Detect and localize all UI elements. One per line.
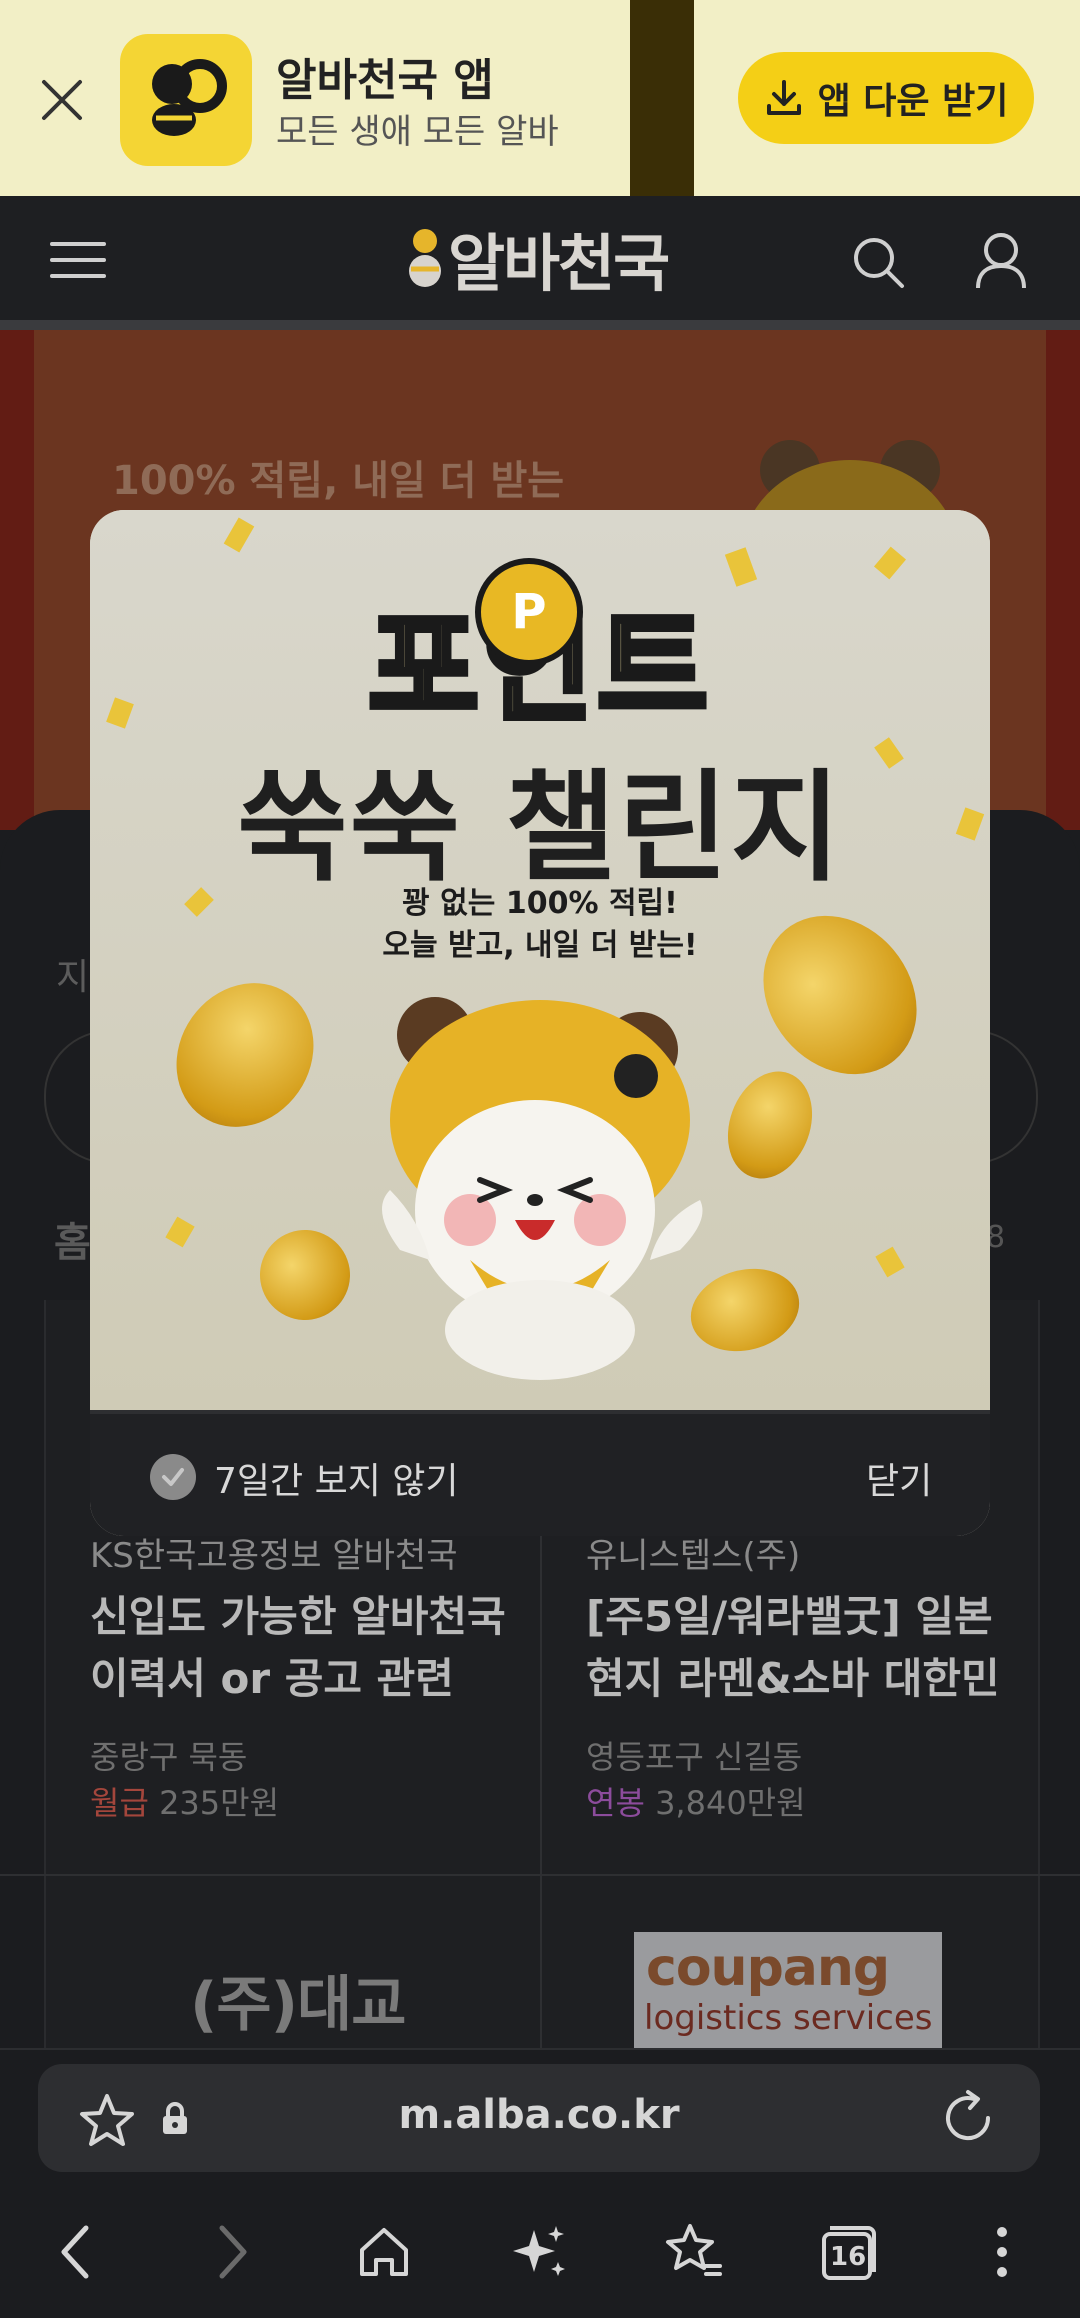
download-label: 앱 다운 받기	[817, 81, 1009, 122]
pay-amount: 3,840만원	[655, 1784, 806, 1822]
dont-show-7days-option[interactable]: 7일간 보지 않기	[214, 1452, 459, 1504]
hero-text: 100% 적립, 내일 더 받는	[112, 458, 565, 504]
close-icon[interactable]	[36, 74, 88, 126]
sparkle-ai-icon[interactable]	[508, 2220, 572, 2284]
check-icon[interactable]	[150, 1454, 196, 1500]
app-logo-icon	[120, 34, 252, 166]
url-text[interactable]: m.alba.co.kr	[38, 2092, 1040, 2138]
banner-title: 알바천국 앱	[276, 55, 494, 106]
bee-logo-icon	[409, 229, 441, 287]
point-coin-icon: P	[475, 558, 583, 666]
section-title-partial: 홈	[54, 1220, 91, 1266]
section-label-partial: 지	[56, 957, 90, 998]
popup-footer: 7일간 보지 않기 닫기	[90, 1410, 990, 1536]
pay-type-label: 연봉	[586, 1784, 645, 1822]
banner-stripe	[630, 0, 694, 196]
job-card-title[interactable]: [주5일/워라밸굿] 일본현지 라멘&소바 대한민	[586, 1586, 1026, 1710]
forward-icon[interactable]	[200, 2220, 264, 2284]
site-logo[interactable]: 알바천국	[408, 222, 670, 300]
tab-count: 16	[830, 2242, 867, 2272]
job-card-pay: 월급 235만원	[90, 1778, 279, 1824]
back-icon[interactable]	[44, 2220, 108, 2284]
home-icon[interactable]	[352, 2220, 416, 2284]
job-card-pay: 연봉 3,840만원	[586, 1778, 806, 1824]
promo-popup-image[interactable]: 포인트 P 쑥쑥 챌린지 꽝 없는 100% 적립! 오늘 받고, 내일 더 받…	[90, 510, 990, 1410]
coupang-company-logo[interactable]: coupang logistics services	[634, 1932, 942, 2048]
row-divider	[0, 1874, 1080, 1876]
hamburger-menu-icon[interactable]	[50, 240, 106, 284]
app-download-button[interactable]: 앱 다운 받기	[738, 52, 1034, 144]
job-card-location: 중랑구 묵동	[90, 1738, 248, 1776]
coupang-logo-sub: logistics services	[644, 1998, 933, 2038]
coupang-logo-word: coupang	[646, 1938, 890, 1998]
pay-type-label: 월급	[90, 1784, 149, 1822]
browser-toolbar: m.alba.co.kr 16	[0, 2048, 1080, 2318]
more-options-icon[interactable]	[970, 2220, 1034, 2284]
logo-text: 알바천국	[448, 227, 670, 300]
promo-description-line1: 꽝 없는 100% 적립!	[402, 886, 678, 921]
pay-amount: 235만원	[159, 1784, 280, 1822]
app-install-banner: 알바천국 앱 모든 생애 모든 알바 앱 다운 받기	[0, 0, 1080, 196]
user-icon[interactable]	[974, 232, 1028, 294]
popup-close-button[interactable]: 닫기	[866, 1452, 932, 1504]
job-card-title[interactable]: 신입도 가능한 알바천국 이력서 or 공고 관련	[90, 1586, 530, 1710]
site-header: 알바천국	[0, 196, 1080, 330]
bear-mascot-icon	[382, 997, 703, 1380]
promo-description-line2: 오늘 받고, 내일 더 받는!	[382, 928, 698, 963]
bookmarks-icon[interactable]	[662, 2220, 726, 2284]
tabs-icon[interactable]: 16	[816, 2220, 880, 2284]
address-bar[interactable]: m.alba.co.kr	[38, 2064, 1040, 2172]
promo-popup: 포인트 P 쑥쑥 챌린지 꽝 없는 100% 적립! 오늘 받고, 내일 더 받…	[90, 510, 990, 1536]
search-icon[interactable]	[850, 234, 906, 294]
download-icon	[766, 80, 801, 115]
daekyo-company-logo[interactable]: (주)대교	[190, 1956, 406, 2043]
refresh-icon[interactable]	[938, 2088, 998, 2152]
banner-subtitle: 모든 생애 모든 알바	[276, 112, 559, 152]
job-card-location: 영등포구 신길동	[586, 1738, 803, 1776]
